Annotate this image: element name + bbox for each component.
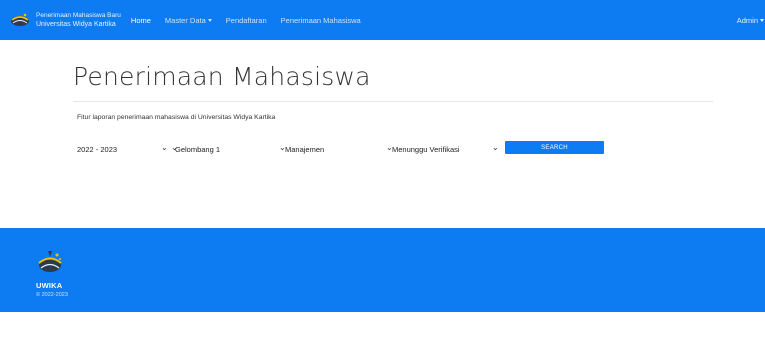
navbar-brand[interactable]: Penerimaan Mahasiswa Baru Universitas Wi… bbox=[8, 8, 121, 32]
brand-subtitle: Penerimaan Mahasiswa Baru bbox=[36, 12, 121, 19]
nav-penerimaan-mahasiswa[interactable]: Penerimaan Mahasiswa bbox=[281, 16, 361, 25]
year-select[interactable]: 2022 - 2023 ⌄ bbox=[77, 142, 168, 156]
wave-select-value: Gelombang 1 bbox=[175, 144, 221, 154]
main-nav: Home Master Data Pendaftaran Penerimaan … bbox=[131, 16, 375, 25]
footer: UWIKA © 2022-2023 bbox=[0, 228, 765, 312]
uwika-logo-icon bbox=[35, 247, 65, 279]
nav-master-data[interactable]: Master Data bbox=[165, 16, 212, 25]
user-menu[interactable]: Admin bbox=[737, 16, 764, 25]
divider bbox=[73, 101, 713, 102]
status-select-value: Menunggu Verifikasi bbox=[392, 144, 460, 154]
chevron-down-icon: ⌄ bbox=[492, 143, 499, 152]
nav-home[interactable]: Home bbox=[131, 16, 151, 25]
copyright-text: © 2022-2023 bbox=[36, 292, 68, 298]
search-button[interactable]: SEARCH bbox=[505, 141, 604, 154]
user-menu-label: Admin bbox=[736, 15, 758, 25]
page-description: Fitur laporan penerimaan mahasiswa di Un… bbox=[77, 114, 276, 121]
caret-down-icon bbox=[207, 19, 212, 23]
uwika-logo-icon bbox=[8, 8, 32, 32]
chevron-down-icon: ⌄ bbox=[161, 143, 168, 152]
chevron-down-icon: ⌄ bbox=[279, 143, 286, 152]
status-select[interactable]: Menunggu Verifikasi ⌄ ⌄ bbox=[386, 142, 499, 156]
caret-down-icon bbox=[760, 19, 764, 23]
program-select-value: Manajemen bbox=[285, 144, 325, 154]
footer-brand: UWIKA bbox=[36, 281, 63, 290]
year-select-value: 2022 - 2023 bbox=[77, 144, 118, 154]
page-title: Penerimaan Mahasiswa bbox=[73, 62, 371, 91]
chevron-down-icon: ⌄ bbox=[171, 143, 178, 152]
nav-master-data-label: Master Data bbox=[164, 15, 206, 25]
nav-pendaftaran[interactable]: Pendaftaran bbox=[226, 16, 267, 25]
brand-title: Universitas Widya Kartika bbox=[36, 21, 116, 28]
filter-bar: 2022 - 2023 ⌄ Gelombang 1 ⌄ Manajemen ⌄ … bbox=[73, 141, 713, 156]
program-select[interactable]: Manajemen ⌄ bbox=[279, 142, 379, 156]
navbar: Penerimaan Mahasiswa Baru Universitas Wi… bbox=[0, 0, 765, 40]
chevron-down-icon: ⌄ bbox=[386, 143, 393, 152]
wave-select[interactable]: Gelombang 1 ⌄ bbox=[171, 142, 271, 156]
